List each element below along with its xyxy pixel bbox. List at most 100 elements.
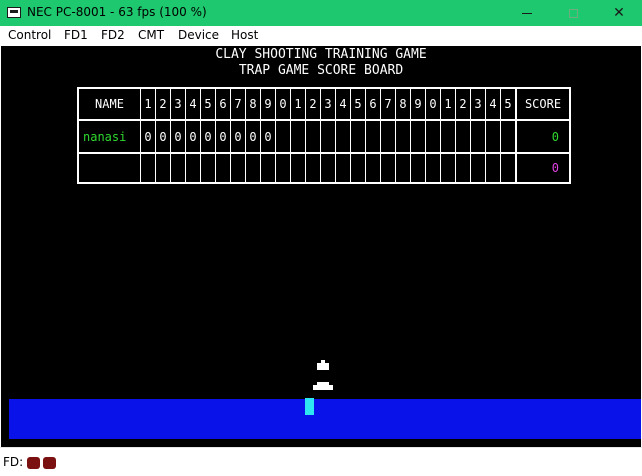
menu-fd1[interactable]: FD1 [64, 28, 88, 42]
name-header: NAME [77, 88, 141, 121]
status-bar: FD: [0, 447, 642, 476]
frame-number: 2 [305, 88, 321, 121]
fd1-led-icon [27, 457, 40, 469]
shot-cell [335, 153, 351, 183]
player-score: 0 [515, 120, 571, 154]
shot-cell [395, 153, 411, 183]
shot-cell: 0 [230, 120, 246, 154]
score-header: SCORE [515, 88, 571, 121]
frame-number: 6 [365, 88, 381, 121]
frame-number: 4 [185, 88, 201, 121]
score-board-header: NAME 1 2 3 4 5 6 7 8 9 0 1 2 3 4 5 6 7 8 9 0 1 2 3 4 5 SCORE [77, 88, 571, 121]
shot-cell [500, 120, 517, 154]
shot-cell [260, 153, 276, 183]
frame-number: 1 [290, 88, 306, 121]
minimize-button[interactable] [504, 0, 550, 26]
shot-cell [380, 153, 396, 183]
fd-label: FD: [3, 455, 24, 469]
window-title: NEC PC-8001 - 63 fps (100 %) [27, 5, 207, 19]
shot-cell [470, 153, 486, 183]
shot-cell [335, 120, 351, 154]
shot-cell: 0 [200, 120, 216, 154]
shot-cell [455, 153, 471, 183]
shot-cell [215, 153, 231, 183]
player-name: nanasi [77, 120, 141, 154]
shot-cell [320, 153, 336, 183]
shot-cell [425, 120, 441, 154]
frame-number: 5 [350, 88, 366, 121]
shot-cell: 0 [185, 120, 201, 154]
frame-number: 0 [275, 88, 291, 121]
shooter-sprite [305, 398, 314, 415]
shot-cell [365, 120, 381, 154]
shot-cell [245, 153, 261, 183]
shot-cell [170, 153, 186, 183]
maximize-icon [568, 8, 578, 18]
minimize-icon [522, 12, 532, 14]
shot-cell [455, 120, 471, 154]
shot-cell: 0 [170, 120, 186, 154]
shot-cell [290, 120, 306, 154]
maximize-button[interactable] [550, 0, 596, 26]
menu-fd2[interactable]: FD2 [101, 28, 125, 42]
shot-cell [500, 153, 517, 183]
frame-number: 8 [395, 88, 411, 121]
game-subtitle: TRAP GAME SCORE BOARD [238, 63, 404, 78]
shot-cell: 0 [245, 120, 261, 154]
clay-target-sprite [317, 360, 329, 370]
shot-cell [380, 120, 396, 154]
shot-cell [305, 120, 321, 154]
frame-number: 7 [230, 88, 246, 121]
menu-host[interactable]: Host [231, 28, 258, 42]
shot-cell [470, 120, 486, 154]
frame-number: 6 [215, 88, 231, 121]
shot-cell [290, 153, 306, 183]
shot-cell [350, 153, 366, 183]
frame-number: 8 [245, 88, 261, 121]
menu-device[interactable]: Device [178, 28, 219, 42]
shot-cell [410, 153, 426, 183]
shot-cell [395, 120, 411, 154]
emulator-screen[interactable]: CLAY SHOOTING TRAINING GAME TRAP GAME SC… [1, 46, 641, 447]
shot-cell [440, 120, 456, 154]
shot-cell: 0 [155, 120, 171, 154]
player-row: 0 [77, 153, 571, 183]
close-icon: ✕ [613, 5, 625, 21]
frame-number: 0 [425, 88, 441, 121]
shot-cell [365, 153, 381, 183]
menu-cmt[interactable]: CMT [138, 28, 164, 42]
shot-cell [485, 120, 501, 154]
shot-cell [185, 153, 201, 183]
shot-cell [305, 153, 321, 183]
shot-cell [200, 153, 216, 183]
fd2-led-icon [43, 457, 56, 469]
frame-number: 2 [155, 88, 171, 121]
frame-number: 2 [455, 88, 471, 121]
frame-number: 1 [140, 88, 156, 121]
player-row: nanasi 0000000000 [77, 120, 571, 154]
shot-cell [425, 153, 441, 183]
shot-cell: 0 [140, 120, 156, 154]
menu-control[interactable]: Control [8, 28, 51, 42]
frame-number: 4 [485, 88, 501, 121]
shot-cell [350, 120, 366, 154]
player-name [77, 153, 141, 183]
score-board: NAME 1 2 3 4 5 6 7 8 9 0 1 2 3 4 5 6 7 8 9 0 1 2 3 4 5 SCORE nana… [77, 87, 571, 184]
menu-bar: Control FD1 FD2 CMT Device Host [0, 26, 642, 46]
frame-number: 1 [440, 88, 456, 121]
frame-number: 5 [200, 88, 216, 121]
frame-number: 7 [380, 88, 396, 121]
frame-number: 3 [170, 88, 186, 121]
frame-number: 9 [410, 88, 426, 121]
shot-cell [140, 153, 156, 183]
trap-house-sprite [313, 382, 333, 390]
frame-number: 5 [500, 88, 517, 121]
frame-number: 4 [335, 88, 351, 121]
frame-number: 3 [320, 88, 336, 121]
close-button[interactable]: ✕ [596, 0, 642, 26]
shot-cell: 0 [260, 120, 276, 154]
shot-cell [410, 120, 426, 154]
title-bar: NEC PC-8001 - 63 fps (100 %) ✕ [0, 0, 642, 26]
frame-number: 3 [470, 88, 486, 121]
shot-cell [320, 120, 336, 154]
